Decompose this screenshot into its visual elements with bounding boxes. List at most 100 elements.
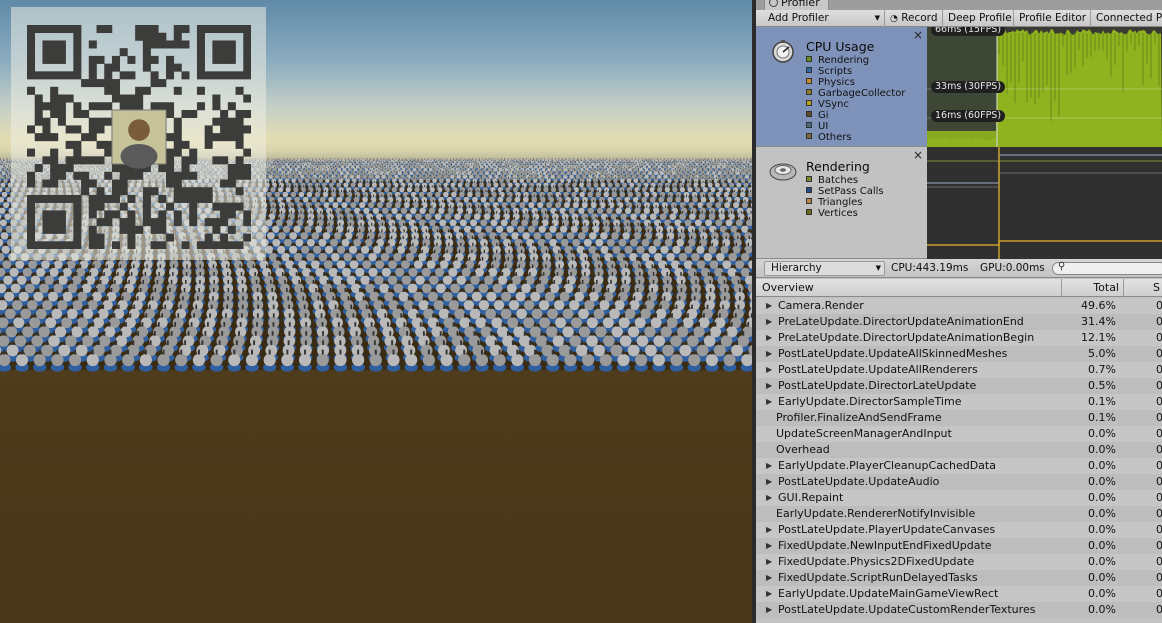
expand-arrow-icon[interactable]: ▶	[766, 330, 772, 346]
legend-swatch	[806, 89, 812, 95]
expand-arrow-icon[interactable]: ▶	[766, 538, 772, 554]
table-row[interactable]: ▶ FixedUpdate.Physics2DFixedUpdate 0.0% 0.0	[756, 554, 1162, 570]
table-row[interactable]: ▶ FixedUpdate.ScriptRunDelayedTasks 0.0% 0.…	[756, 570, 1162, 586]
table-row[interactable]: ▶ PreLateUpdate.DirectorUpdateAnimationBe…	[756, 330, 1162, 346]
table-row[interactable]: UpdateScreenManagerAndInput 0.0% 0.0	[756, 426, 1162, 442]
row-total: 0.0%	[1088, 587, 1116, 600]
expand-arrow-icon[interactable]: ▶	[766, 570, 772, 586]
row-self: 0.0	[1156, 443, 1162, 456]
row-self: 0.0	[1156, 523, 1162, 536]
row-self: 0.0	[1156, 395, 1162, 408]
game-view[interactable]	[0, 0, 752, 623]
cpu-legend-item[interactable]: Rendering	[806, 55, 905, 66]
gpu-time: GPU:0.00ms	[980, 262, 1045, 274]
column-overview[interactable]: Overview	[756, 279, 1062, 297]
row-name: EarlyUpdate.RendererNotifyInvisible	[776, 507, 976, 520]
expand-arrow-icon[interactable]: ▶	[766, 602, 772, 618]
legend-label: VSync	[818, 99, 849, 110]
table-row[interactable]: ▶ GUI.Repaint 0.0% 0.0	[756, 490, 1162, 506]
search-input[interactable]: ⚲	[1052, 261, 1162, 275]
row-name: GUI.Repaint	[778, 491, 844, 504]
row-self: 0.0	[1156, 315, 1162, 328]
close-icon[interactable]: ×	[913, 28, 923, 42]
cpu-usage-module[interactable]: CPU Usage × Rendering Scripts Physics Garba…	[756, 27, 927, 147]
table-row[interactable]: ▶ PostLateUpdate.PlayerUpdateCanvases 0.0%…	[756, 522, 1162, 538]
expand-arrow-icon[interactable]: ▶	[766, 458, 772, 474]
add-profiler-dropdown[interactable]: Add Profiler ▼	[764, 10, 885, 27]
cpu-legend-item[interactable]: VSync	[806, 99, 905, 110]
expand-arrow-icon[interactable]: ▶	[766, 554, 772, 570]
expand-arrow-icon[interactable]: ▶	[766, 346, 772, 362]
table-row[interactable]: Profiler.FinalizeAndSendFrame 0.1% 0.1	[756, 410, 1162, 426]
deep-profile-button[interactable]: Deep Profile	[944, 10, 1014, 27]
profiler-toolbar: Add Profiler ▼ ◔ Record Deep Profile Pro…	[756, 10, 1162, 27]
rendering-module-title: Rendering	[806, 159, 870, 174]
rendering-legend-item[interactable]: Vertices	[806, 208, 884, 219]
legend-label: Batches	[818, 175, 859, 186]
expand-arrow-icon[interactable]: ▶	[766, 394, 772, 410]
expand-arrow-icon[interactable]: ▶	[766, 490, 772, 506]
legend-label: Triangles	[818, 197, 863, 208]
cpu-legend-item[interactable]: UI	[806, 121, 905, 132]
legend-swatch	[806, 78, 812, 84]
row-self: 0.0	[1156, 331, 1162, 344]
rendering-legend-item[interactable]: Triangles	[806, 197, 884, 208]
row-name: PostLateUpdate.UpdateAllSkinnedMeshes	[778, 347, 1008, 360]
expand-arrow-icon[interactable]: ▶	[766, 314, 772, 330]
table-row[interactable]: ▶ PostLateUpdate.UpdateAllRenderers 0.7% 0.…	[756, 362, 1162, 378]
record-button[interactable]: ◔ Record	[886, 10, 943, 27]
rendering-module[interactable]: Rendering × Batches SetPass Calls Triangle…	[756, 147, 927, 259]
expand-arrow-icon[interactable]: ▶	[766, 522, 772, 538]
table-row[interactable]: ▶ PostLateUpdate.UpdateCustomRenderTextur…	[756, 602, 1162, 618]
connected-player-dropdown[interactable]: Connected Pl	[1092, 10, 1162, 27]
row-total: 0.1%	[1088, 395, 1116, 408]
table-row[interactable]: ▶ EarlyUpdate.UpdateMainGameViewRect 0.0% 0…	[756, 586, 1162, 602]
expand-arrow-icon[interactable]: ▶	[766, 378, 772, 394]
legend-label: Others	[818, 132, 852, 143]
table-row[interactable]: ▶ PostLateUpdate.UpdateAudio 0.0% 0.0	[756, 474, 1162, 490]
rendering-legend-item[interactable]: SetPass Calls	[806, 186, 884, 197]
tab-profiler[interactable]: Profiler	[764, 0, 829, 10]
profile-editor-button[interactable]: Profile Editor	[1015, 10, 1091, 27]
profiler-window: Profiler Add Profiler ▼ ◔ Record Deep Pr…	[752, 0, 1162, 623]
row-self: 0.0	[1156, 539, 1162, 552]
cpu-usage-graph[interactable]: 66ms (15FPS) 33ms (30FPS) 16ms (60FPS)	[927, 27, 1162, 147]
table-row[interactable]: ▶ EarlyUpdate.DirectorSampleTime 0.1% 0.0	[756, 394, 1162, 410]
legend-swatch	[806, 209, 812, 215]
close-icon[interactable]: ×	[913, 148, 923, 162]
column-total[interactable]: Total	[1062, 279, 1124, 297]
table-row[interactable]: ▶ PreLateUpdate.DirectorUpdateAnimationEn…	[756, 314, 1162, 330]
row-total: 0.0%	[1088, 507, 1116, 520]
table-row[interactable]: ▶ FixedUpdate.NewInputEndFixedUpdate 0.0% 0…	[756, 538, 1162, 554]
row-total: 5.0%	[1088, 347, 1116, 360]
cpu-legend-item[interactable]: GarbageCollector	[806, 88, 905, 99]
row-total: 0.0%	[1088, 427, 1116, 440]
table-row[interactable]: ▶ PostLateUpdate.UpdateAllSkinnedMeshes 5.…	[756, 346, 1162, 362]
view-mode-dropdown[interactable]: Hierarchy ▼	[764, 261, 885, 276]
cpu-legend-item[interactable]: Physics	[806, 77, 905, 88]
profiler-rows: ▶ Camera.Render 49.6% 0.0 ▶ PreLateUpdate.Dir…	[756, 298, 1162, 623]
rendering-graph[interactable]	[927, 147, 1162, 259]
table-row[interactable]: ▶ PostLateUpdate.DirectorLateUpdate 0.5% 0.…	[756, 378, 1162, 394]
expand-arrow-icon[interactable]: ▶	[766, 298, 772, 314]
cpu-legend-item[interactable]: Gi	[806, 110, 905, 121]
table-row[interactable]: ▶ EarlyUpdate.PlayerCleanupCachedData 0.0%…	[756, 458, 1162, 474]
legend-label: Gi	[818, 110, 829, 121]
table-row[interactable]: Overhead 0.0% 0.0	[756, 442, 1162, 458]
column-self[interactable]: S	[1124, 279, 1162, 297]
table-row[interactable]: ▶ Camera.Render 49.6% 0.0	[756, 298, 1162, 314]
row-total: 0.0%	[1088, 491, 1116, 504]
rendering-legend-item[interactable]: Batches	[806, 175, 884, 186]
cpu-legend-item[interactable]: Scripts	[806, 66, 905, 77]
table-row[interactable]: EarlyUpdate.RendererNotifyInvisible 0.0% 0…	[756, 506, 1162, 522]
row-total: 0.0%	[1088, 571, 1116, 584]
legend-label: GarbageCollector	[818, 88, 906, 99]
hierarchy-bar: Hierarchy ▼ CPU:443.19ms GPU:0.00ms ⚲	[756, 259, 1162, 278]
expand-arrow-icon[interactable]: ▶	[766, 362, 772, 378]
expand-arrow-icon[interactable]: ▶	[766, 474, 772, 490]
cpu-legend-item[interactable]: Others	[806, 132, 905, 143]
expand-arrow-icon[interactable]: ▶	[766, 586, 772, 602]
fps-label-30: 33ms (30FPS)	[931, 81, 1006, 93]
row-self: 0.0	[1156, 587, 1162, 600]
row-total: 12.1%	[1081, 331, 1116, 344]
